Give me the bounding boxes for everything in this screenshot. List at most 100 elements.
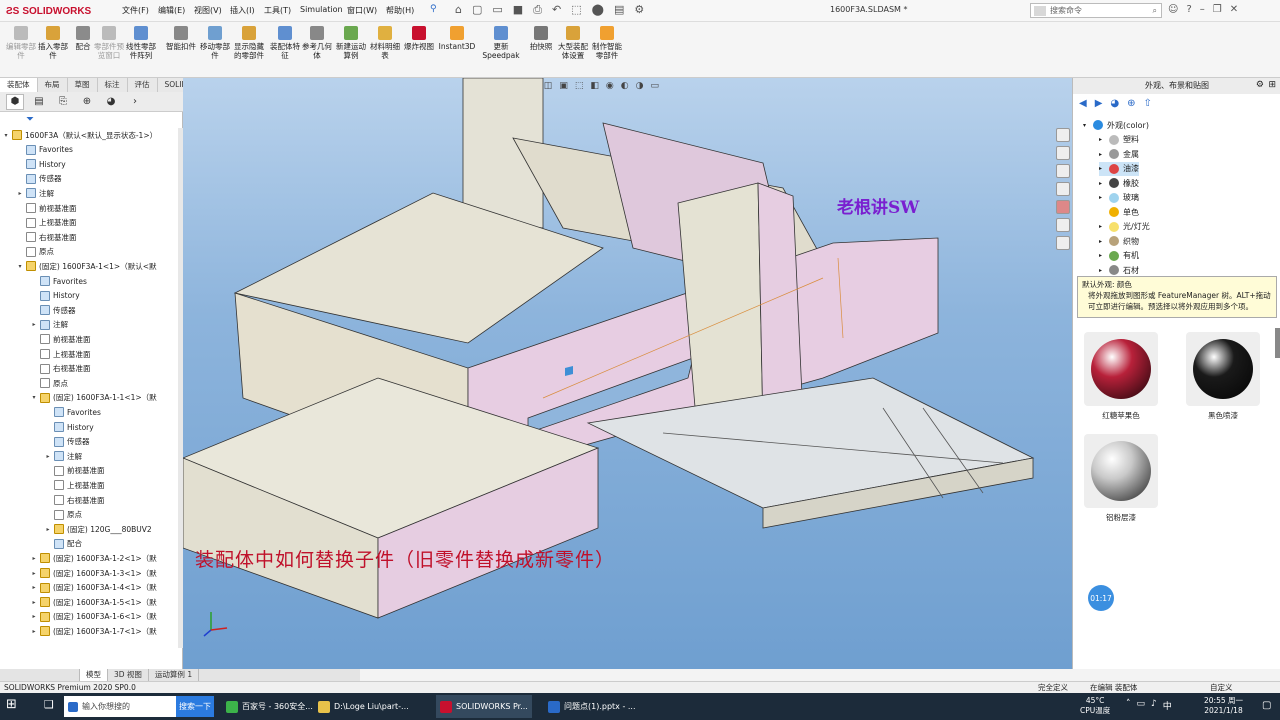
solidworks-resources-icon[interactable] xyxy=(1056,128,1070,142)
custom-properties-icon[interactable] xyxy=(1056,218,1070,232)
tree-item[interactable]: History xyxy=(0,289,80,303)
close-icon[interactable]: ✕ xyxy=(1230,4,1238,15)
appearance-tree-item[interactable]: ▸ 橡胶 xyxy=(1099,176,1139,190)
tree-expand-icon[interactable]: ▸ xyxy=(30,570,38,577)
undo-icon[interactable]: ↶ xyxy=(552,3,561,17)
file-explorer-icon[interactable] xyxy=(1056,164,1070,178)
appearance-tree-item[interactable]: ▸ 光/灯光 xyxy=(1099,220,1150,234)
tree-expand-icon[interactable]: ▸ xyxy=(30,599,38,606)
tree-item[interactable]: 原点 xyxy=(0,508,82,522)
tree-item[interactable]: Favorites xyxy=(0,274,87,288)
cm-tab[interactable]: 布局 xyxy=(38,78,68,92)
help-icon[interactable]: ? xyxy=(1186,4,1191,15)
up-folder-icon[interactable]: ⇧ xyxy=(1144,98,1152,109)
cmd-button[interactable]: 零部件预览窗口 xyxy=(92,26,126,60)
menu-tools[interactable]: 工具(T) xyxy=(264,5,291,16)
tree-expand-icon[interactable]: ▸ xyxy=(44,453,52,460)
menu-insert[interactable]: 插入(I) xyxy=(230,5,255,16)
tree-expand-icon[interactable]: ▸ xyxy=(30,584,38,591)
back-icon[interactable]: ◀ xyxy=(1079,98,1087,109)
cmd-button[interactable]: 线性零部件阵列 xyxy=(124,26,158,60)
tree-item[interactable]: ▸ 注解 xyxy=(0,449,82,463)
file-properties-icon[interactable]: ▤ xyxy=(614,3,624,17)
volume-icon[interactable]: ♪ xyxy=(1151,699,1157,712)
appearance-tree-item[interactable]: ▸ 油漆 xyxy=(1099,161,1139,176)
appearance-tree-item[interactable]: ▾ 外观(color) xyxy=(1083,118,1149,132)
tree-item[interactable]: ▾ (固定) 1600F3A-1<1>（默认<默 xyxy=(0,259,156,273)
tree-item[interactable]: 配合 xyxy=(0,537,82,551)
tree-item[interactable]: 前视基准面 xyxy=(0,201,77,215)
clock[interactable]: 20:55 周一 2021/1/18 xyxy=(1204,696,1243,716)
panel-pin-icon[interactable]: ⊞ xyxy=(1268,80,1276,90)
tree-item[interactable]: ▸ 注解 xyxy=(0,186,54,200)
tree-item[interactable]: Favorites xyxy=(0,143,73,157)
search-icon[interactable]: ⌕ xyxy=(1153,6,1157,16)
taskbar-app-explorer[interactable]: D:\Loge Liu\part-... xyxy=(314,695,413,718)
cm-tab[interactable]: 装配体 xyxy=(0,78,38,92)
property-manager-tab-icon[interactable]: ▤ xyxy=(30,94,48,110)
tree-expand-icon[interactable]: ▸ xyxy=(30,613,38,620)
print-icon[interactable]: ⎙ xyxy=(533,3,542,17)
tree-expand-icon[interactable]: ▸ xyxy=(30,628,38,635)
cm-tab[interactable]: 草图 xyxy=(68,78,98,92)
tree-item[interactable]: Favorites xyxy=(0,405,101,419)
add-folder-icon[interactable]: ⊕ xyxy=(1127,98,1135,109)
tree-item[interactable]: 前视基准面 xyxy=(0,332,91,346)
taskbar-search-input[interactable]: 输入你想搜的 xyxy=(64,696,176,717)
cmd-button[interactable]: 插入零部件 xyxy=(36,26,70,60)
filter-icon[interactable]: ⏷ xyxy=(26,114,34,125)
tree-expand-icon[interactable]: ▾ xyxy=(1083,122,1093,129)
tree-expand-icon[interactable]: ▸ xyxy=(1099,151,1109,158)
tree-item[interactable]: History xyxy=(0,157,66,171)
appearance-swatch[interactable]: 黑色喷漆 xyxy=(1183,332,1263,421)
options-icon[interactable]: ⚙ xyxy=(634,3,644,17)
tree-item[interactable]: 右视基准面 xyxy=(0,230,77,244)
tree-expand-icon[interactable]: ▾ xyxy=(16,263,24,270)
appearance-swatch[interactable]: 红糖苹果色 xyxy=(1081,332,1161,421)
cmd-button[interactable]: 材料明细表 xyxy=(368,26,402,60)
save-icon[interactable]: ■ xyxy=(513,3,523,17)
tree-expand-icon[interactable]: ▸ xyxy=(1099,136,1109,143)
view-palette-icon[interactable] xyxy=(1056,182,1070,196)
feature-tree-tab-icon[interactable]: ⬢ xyxy=(6,93,24,110)
tree-expand-icon[interactable]: ▾ xyxy=(2,132,10,139)
appearance-tree-item[interactable]: ▸ 玻璃 xyxy=(1099,191,1139,205)
tree-item[interactable]: 上视基准面 xyxy=(0,347,91,361)
graphics-area[interactable]: ⤢ ⌕ ⟲ ◫ ▣ ⬚ ◧ ◉ ◐ ◑ ▭ xyxy=(183,78,1072,669)
tree-item[interactable]: ▸ (固定) 1600F3A-1-7<1>（默 xyxy=(0,624,157,638)
tree-expand-icon[interactable]: ▸ xyxy=(1099,165,1109,172)
menu-view[interactable]: 视图(V) xyxy=(194,5,222,16)
tree-item[interactable]: ▸ (固定) 1600F3A-1-3<1>（默 xyxy=(0,566,157,580)
appearance-tree-item[interactable]: ▸ 塑料 xyxy=(1099,133,1139,147)
tree-item[interactable]: 前视基准面 xyxy=(0,464,105,478)
tree-item[interactable]: 上视基准面 xyxy=(0,478,105,492)
tree-item[interactable]: 右视基准面 xyxy=(0,493,105,507)
tree-item[interactable]: ▸ (固定) 1600F3A-1-5<1>（默 xyxy=(0,595,157,609)
tree-expand-icon[interactable]: ▸ xyxy=(1099,180,1109,187)
tree-item[interactable]: History xyxy=(0,420,94,434)
tree-item[interactable]: 右视基准面 xyxy=(0,362,91,376)
notification-icon[interactable]: ▢ xyxy=(1262,700,1271,711)
bottom-tab[interactable]: 模型 xyxy=(80,669,108,681)
minimize-icon[interactable]: – xyxy=(1200,4,1205,15)
appearance-home-icon[interactable]: ◕ xyxy=(1110,98,1119,109)
rebuild-icon[interactable]: ⬤ xyxy=(592,3,604,17)
cmd-button[interactable]: Instant3D xyxy=(439,26,475,51)
bottom-tab[interactable]: 3D 视图 xyxy=(108,669,149,681)
cmd-button[interactable]: 爆炸视图 xyxy=(402,26,436,51)
tree-item[interactable]: 原点 xyxy=(0,376,68,390)
expand-tabs-icon[interactable]: › xyxy=(126,94,144,110)
tree-expand-icon[interactable]: ▸ xyxy=(1099,252,1109,259)
pin-icon[interactable]: ⚲ xyxy=(430,4,437,14)
new-icon[interactable]: ▢ xyxy=(472,3,482,17)
taskbar-app-powerpoint[interactable]: 问题点(1).pptx - ... xyxy=(544,695,640,718)
tab-scroll-area[interactable] xyxy=(0,669,80,681)
design-library-icon[interactable] xyxy=(1056,146,1070,160)
swatch-scrollbar[interactable] xyxy=(1275,328,1280,358)
cmd-button[interactable]: 编辑零部件 xyxy=(4,26,38,60)
tree-item[interactable]: ▸ (固定) 1600F3A-1-6<1>（默 xyxy=(0,610,157,624)
menu-file[interactable]: 文件(F) xyxy=(122,5,149,16)
cpu-temp-widget[interactable]: 45°C CPU温度 xyxy=(1080,696,1110,716)
tree-item[interactable]: ▸ (固定) 1600F3A-1-2<1>（默 xyxy=(0,551,157,565)
cmd-button[interactable]: 更新Speedpak xyxy=(482,26,520,60)
